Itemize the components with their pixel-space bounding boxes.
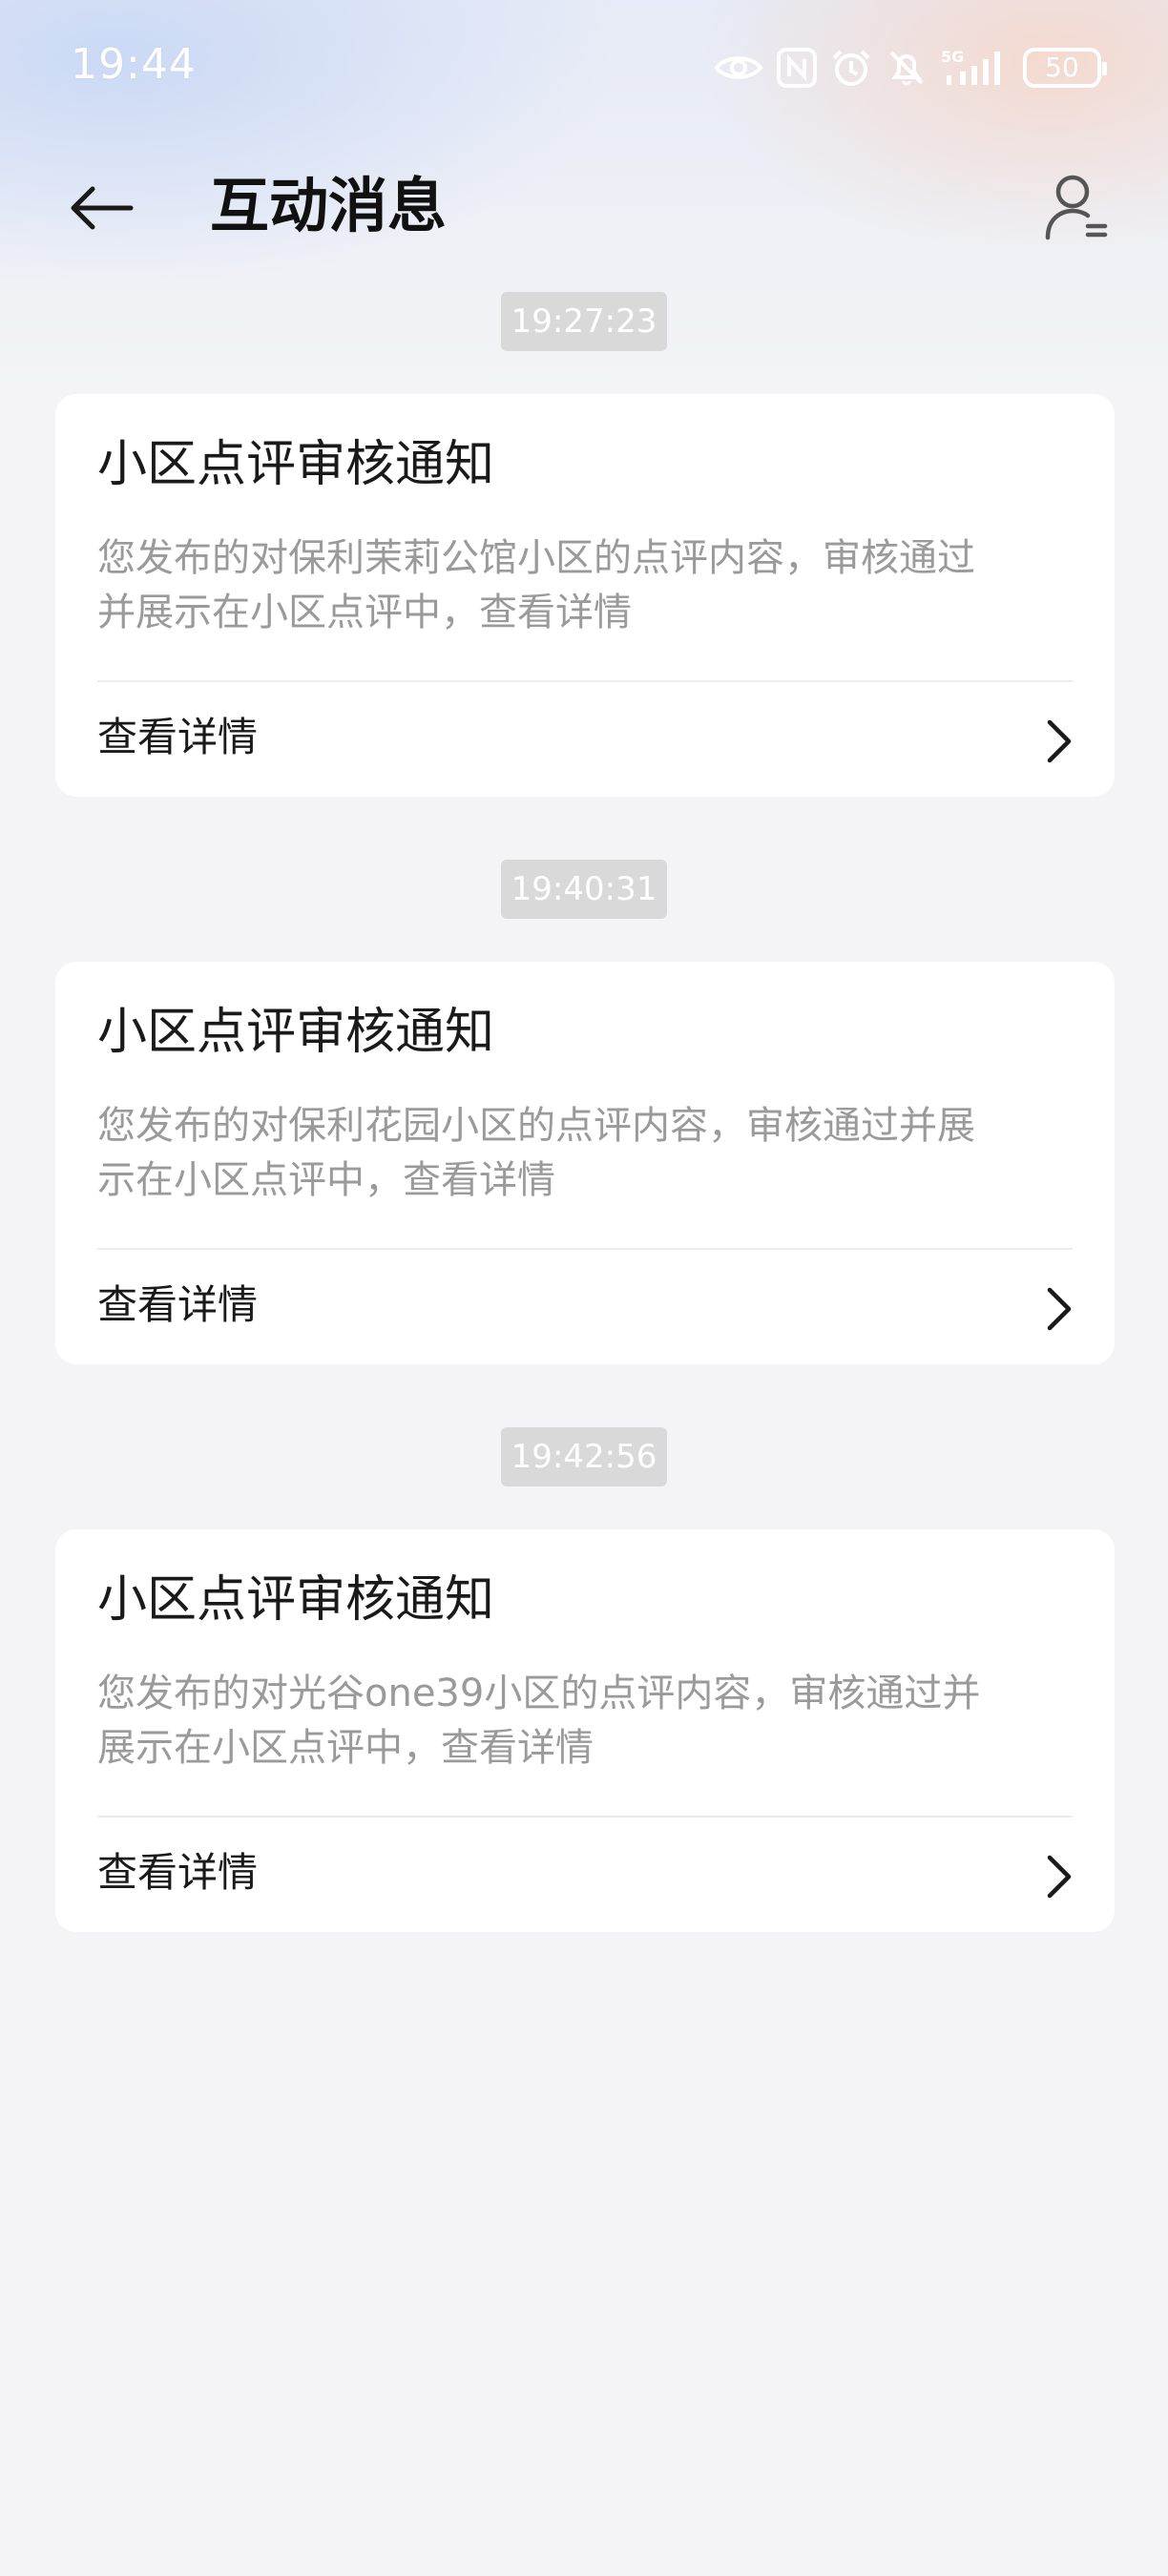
message-card: 小区点评审核通知 您发布的对保利茉莉公馆小区的点评内容，审核通过 并展示在小区点…: [55, 394, 1115, 797]
view-details-label: 查看详情: [97, 1281, 259, 1328]
eye-icon: [714, 52, 763, 84]
profile-settings-button[interactable]: [1034, 164, 1120, 250]
view-details-label: 查看详情: [97, 714, 259, 760]
message-body-line: 您发布的对保利茉莉公馆小区的点评内容，审核通过: [97, 536, 975, 580]
status-icons: 5G 50: [714, 44, 1107, 92]
page-title: 互动消息: [210, 171, 448, 240]
message-card: 小区点评审核通知 您发布的对光谷one39小区的点评内容，审核通过并 展示在小区…: [55, 1529, 1115, 1932]
chevron-right-icon: [1047, 719, 1072, 763]
battery-icon: 50: [1023, 48, 1107, 88]
message-timestamp: 19:40:31: [501, 860, 667, 919]
message-body-line: 展示在小区点评中，查看详情: [97, 1726, 594, 1770]
svg-text:5G: 5G: [941, 48, 964, 66]
signal-5g-icon: 5G: [941, 47, 1010, 89]
back-button[interactable]: [63, 170, 139, 246]
message-title: 小区点评审核通知: [97, 1571, 495, 1629]
battery-level: 50: [1045, 52, 1079, 83]
message-card: 小区点评审核通知 您发布的对保利花园小区的点评内容，审核通过并展 示在小区点评中…: [55, 962, 1115, 1364]
message-title: 小区点评审核通知: [97, 1004, 495, 1061]
message-body-line: 您发布的对保利花园小区的点评内容，审核通过并展: [97, 1104, 975, 1148]
view-details-label: 查看详情: [97, 1849, 259, 1896]
mute-icon: [886, 47, 928, 89]
message-body: 您发布的对保利茉莉公馆小区的点评内容，审核通过 并展示在小区点评中，查看详情: [97, 531, 1071, 640]
message-body-line: 示在小区点评中，查看详情: [97, 1158, 555, 1202]
message-body: 您发布的对光谷one39小区的点评内容，审核通过并 展示在小区点评中，查看详情: [97, 1667, 1071, 1776]
navigation-header: 互动消息: [0, 143, 1168, 267]
message-title: 小区点评审核通知: [97, 436, 495, 493]
message-body-line: 并展示在小区点评中，查看详情: [97, 591, 632, 634]
nfc-icon: [777, 48, 817, 88]
chevron-right-icon: [1047, 1287, 1072, 1331]
screen: 19:44 5G 50 互动消息 19:27:23 小区点评审核通知 您发布的对…: [0, 0, 1168, 2576]
view-details-button[interactable]: 查看详情: [55, 682, 1115, 797]
message-body-line: 您发布的对光谷one39小区的点评内容，审核通过并: [97, 1672, 981, 1715]
view-details-button[interactable]: 查看详情: [55, 1250, 1115, 1364]
status-time: 19:44: [71, 40, 197, 89]
alarm-icon: [830, 47, 872, 89]
chevron-right-icon: [1047, 1855, 1072, 1899]
user-list-icon: [1045, 175, 1108, 240]
message-body: 您发布的对保利花园小区的点评内容，审核通过并展 示在小区点评中，查看详情: [97, 1099, 1071, 1208]
status-bar: 19:44 5G 50: [0, 0, 1168, 134]
arrow-left-icon: [71, 186, 134, 230]
message-timestamp: 19:42:56: [501, 1427, 667, 1486]
view-details-button[interactable]: 查看详情: [55, 1818, 1115, 1932]
message-timestamp: 19:27:23: [501, 292, 667, 351]
